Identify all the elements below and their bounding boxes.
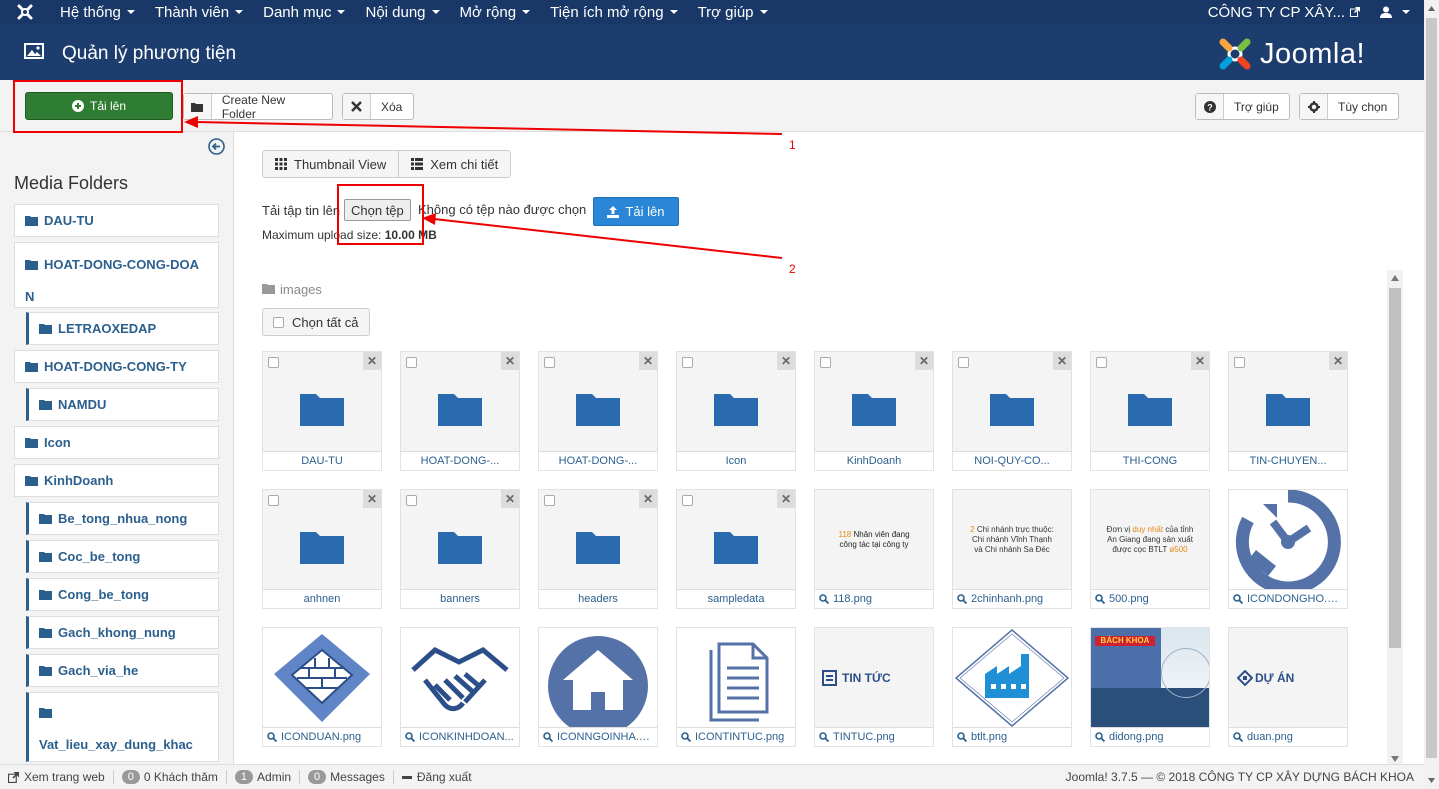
- annotation-label-1: 1: [789, 138, 796, 152]
- annotation-label-2: 2: [789, 262, 796, 276]
- annotation-arrows: [184, 116, 783, 259]
